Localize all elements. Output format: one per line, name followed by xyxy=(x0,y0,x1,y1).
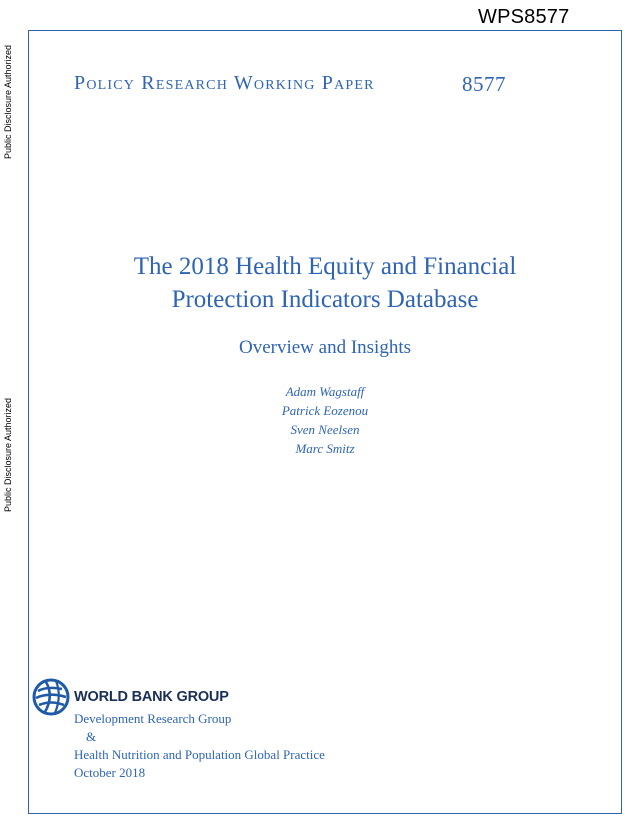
author-name: Patrick Eozenou xyxy=(281,403,369,418)
publisher-line: Development Research Group xyxy=(74,711,232,726)
logo-text: WORLD BANK GROUP xyxy=(74,689,229,705)
publisher-block: Development Research Group & Health Nutr… xyxy=(74,710,325,782)
publisher-line: Health Nutrition and Population Global P… xyxy=(74,747,325,762)
series-name: Policy Research Working Paper xyxy=(74,72,375,94)
report-number: WPS8577 xyxy=(478,6,570,28)
publication-date: October 2018 xyxy=(74,765,146,780)
author-list: Adam Wagstaff Patrick Eozenou Sven Neels… xyxy=(150,382,500,458)
author-name: Sven Neelsen xyxy=(290,422,360,437)
author-name: Adam Wagstaff xyxy=(285,384,365,399)
page-title: The 2018 Health Equity and Financial Pro… xyxy=(80,250,570,316)
author-name: Marc Smitz xyxy=(295,441,355,456)
series-number: 8577 xyxy=(462,72,506,96)
title-line-2: Protection Indicators Database xyxy=(171,286,479,313)
title-line-1: The 2018 Health Equity and Financial xyxy=(133,253,517,280)
subtitle: Overview and Insights xyxy=(238,337,412,358)
publisher-ampersand: & xyxy=(86,729,97,744)
world-bank-globe-icon xyxy=(32,678,70,716)
